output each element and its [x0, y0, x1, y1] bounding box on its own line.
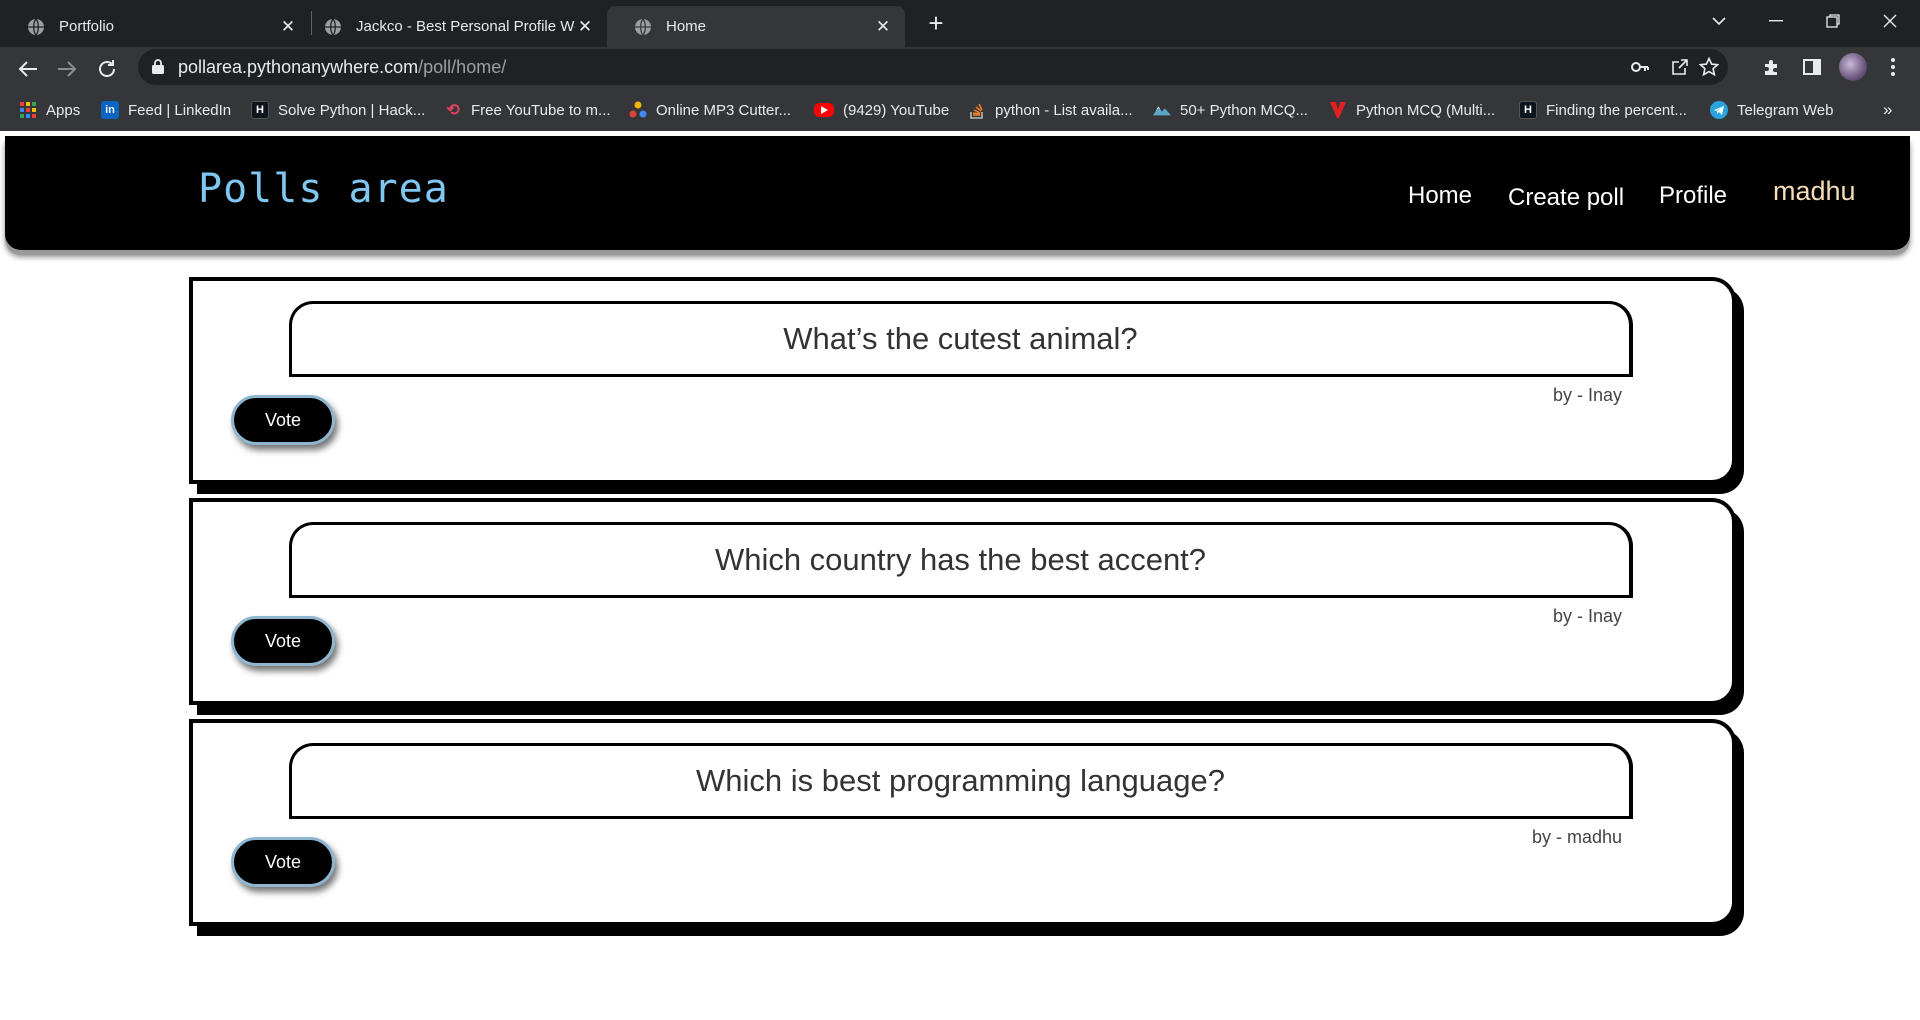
page-viewport: Polls area Home Create poll Profile madh… — [0, 131, 1920, 1020]
url-text[interactable]: pollarea.pythonanywhere.com/poll/home/ — [178, 57, 506, 78]
vote-button[interactable]: Vote — [231, 395, 335, 445]
tab-title: Portfolio — [59, 18, 115, 35]
restore-icon[interactable] — [1813, 6, 1853, 36]
minimize-icon[interactable] — [1756, 6, 1796, 36]
globe-icon — [325, 18, 341, 35]
converter-icon: ⟲ — [446, 102, 460, 119]
close-tab-icon[interactable]: ✕ — [278, 17, 298, 37]
bookmark-apps[interactable]: Apps — [19, 99, 80, 121]
bookmark-mp3-cutter[interactable]: Online MP3 Cutter... — [629, 99, 791, 121]
mp3-cutter-icon — [629, 101, 647, 119]
bookmark-python-mcq-50[interactable]: 50+ Python MCQ... — [1153, 99, 1308, 121]
tab-search-chevron-icon[interactable] — [1699, 6, 1739, 36]
hackerrank-icon: H — [1519, 101, 1537, 119]
bookmark-youtube-converter[interactable]: ⟲ Free YouTube to m... — [444, 99, 611, 121]
tab-home[interactable]: Home ✕ — [607, 6, 905, 47]
bookmarks-overflow-icon[interactable]: » — [1883, 99, 1892, 121]
site-brand[interactable]: Polls area — [198, 166, 449, 212]
site-navbar: Polls area Home Create poll Profile madh… — [5, 136, 1910, 250]
bookmark-label: (9429) YouTube — [843, 101, 950, 119]
linkedin-icon: in — [101, 101, 119, 119]
bookmark-label: Free YouTube to m... — [471, 101, 611, 119]
url-path: /poll/home/ — [418, 57, 507, 77]
telegram-icon — [1710, 101, 1728, 119]
bookmark-label: Apps — [46, 101, 81, 119]
nav-link-home[interactable]: Home — [1408, 182, 1472, 210]
bookmark-hackerrank[interactable]: H Solve Python | Hack... — [251, 99, 425, 121]
bookmark-label: Finding the percent... — [1546, 101, 1687, 119]
tab-title: Home — [666, 18, 707, 35]
nav-link-profile[interactable]: Profile — [1659, 182, 1727, 210]
reload-icon[interactable] — [90, 52, 124, 86]
bookmark-telegram[interactable]: Telegram Web — [1710, 99, 1833, 121]
bookmark-star-icon[interactable] — [1697, 55, 1721, 79]
lock-icon[interactable] — [152, 59, 164, 74]
close-tab-icon[interactable]: ✕ — [575, 17, 595, 37]
hackerrank-icon: H — [251, 101, 269, 119]
globe-icon — [635, 18, 651, 35]
poll-question-box[interactable]: Which is best programming language? — [289, 743, 1633, 819]
close-window-icon[interactable] — [1870, 6, 1910, 36]
tab-jackco[interactable]: Jackco - Best Personal Profile We ✕ — [297, 6, 607, 47]
poll-question: What’s the cutest animal? — [783, 321, 1138, 356]
bookmark-python-mcq-multi[interactable]: Python MCQ (Multi... — [1329, 99, 1495, 121]
poll-card: Which is best programming language? by -… — [189, 719, 1736, 926]
bookmarks-bar: Apps in Feed | LinkedIn H Solve Python |… — [0, 90, 1920, 128]
youtube-icon — [814, 103, 834, 117]
bookmark-label: Solve Python | Hack... — [278, 101, 426, 119]
poll-author: by - madhu — [1531, 827, 1622, 847]
extensions-puzzle-icon[interactable] — [1757, 52, 1787, 82]
poll-author: by - Inay — [1552, 385, 1622, 405]
new-tab-icon[interactable]: + — [922, 8, 950, 38]
poll-card: Which country has the best accent? by - … — [189, 498, 1736, 705]
poll-question: Which is best programming language? — [696, 763, 1225, 798]
back-icon[interactable] — [11, 52, 45, 86]
browser-toolbar: pollarea.pythonanywhere.com/poll/home/ A… — [0, 47, 1920, 131]
bookmark-label: Telegram Web — [1737, 101, 1834, 119]
mountain-icon — [1153, 101, 1171, 119]
key-icon[interactable] — [1628, 55, 1652, 79]
poll-question: Which country has the best accent? — [714, 542, 1207, 577]
nav-user-name[interactable]: madhu — [1773, 176, 1856, 207]
bookmark-label: Online MP3 Cutter... — [656, 101, 792, 119]
poll-question-box[interactable]: Which country has the best accent? — [289, 522, 1633, 598]
globe-icon — [28, 18, 44, 35]
vote-button[interactable]: Vote — [231, 837, 335, 887]
poll-author: by - Inay — [1552, 606, 1622, 626]
nav-link-create-poll[interactable]: Create poll — [1508, 184, 1624, 212]
stackoverflow-icon — [968, 101, 986, 119]
tab-portfolio[interactable]: Portfolio ✕ — [0, 6, 310, 47]
bookmark-label: 50+ Python MCQ... — [1180, 101, 1308, 119]
profile-avatar[interactable] — [1839, 53, 1867, 81]
bookmark-label: Feed | LinkedIn — [128, 101, 232, 119]
url-host: pollarea.pythonanywhere.com — [178, 57, 419, 77]
address-bar[interactable]: pollarea.pythonanywhere.com/poll/home/ — [138, 49, 1728, 85]
bookmark-label: Python MCQ (Multi... — [1356, 101, 1496, 119]
vote-button[interactable]: Vote — [231, 616, 335, 666]
tab-title: Jackco - Best Personal Profile We — [356, 18, 575, 35]
browser-tab-strip: Portfolio ✕ Jackco - Best Personal Profi… — [0, 0, 1920, 47]
more-menu-icon[interactable] — [1878, 52, 1908, 82]
v-logo-icon — [1329, 101, 1347, 119]
bookmark-stackoverflow[interactable]: python - List availa... — [968, 99, 1133, 121]
poll-card: What’s the cutest animal? by - Inay Vote — [189, 277, 1736, 484]
share-icon[interactable] — [1668, 55, 1692, 79]
bookmark-youtube[interactable]: (9429) YouTube — [814, 99, 949, 121]
bookmark-finding-percent[interactable]: H Finding the percent... — [1519, 99, 1687, 121]
side-panel-icon[interactable] — [1797, 52, 1827, 82]
bookmark-label: python - List availa... — [995, 101, 1133, 119]
forward-icon[interactable] — [50, 52, 84, 86]
bookmark-linkedin[interactable]: in Feed | LinkedIn — [101, 99, 231, 121]
close-tab-icon[interactable]: ✕ — [873, 17, 893, 37]
poll-question-box[interactable]: What’s the cutest animal? — [289, 301, 1633, 377]
apps-grid-icon — [19, 101, 37, 119]
